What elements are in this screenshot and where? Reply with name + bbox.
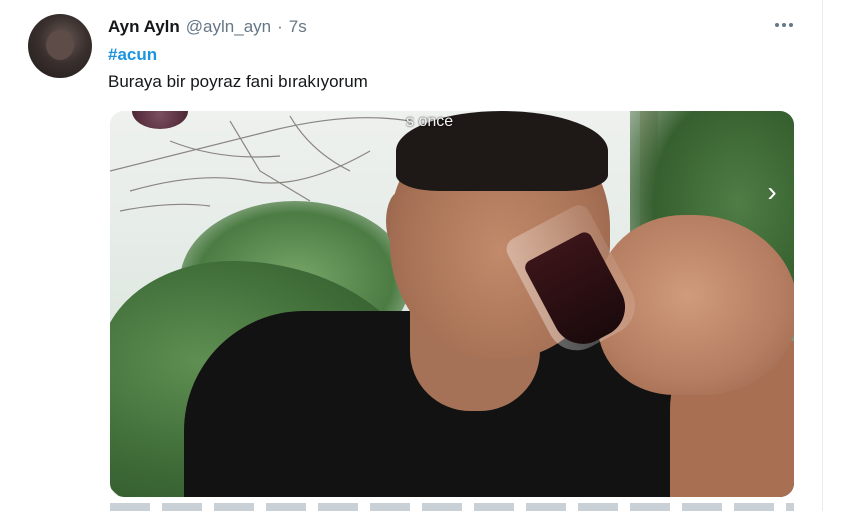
tweet-header: Ayn Ayln @ayln_ayn · 7s (108, 16, 307, 38)
video-caption-text: s once (406, 113, 454, 130)
tweet-actions-cropped (110, 503, 794, 511)
chevron-right-icon[interactable]: › (758, 175, 786, 209)
more-icon[interactable] (770, 14, 798, 36)
tweet-text: Buraya bir poyraz fani bırakıyorum (108, 72, 368, 91)
tweet-card[interactable]: Ayn Ayln @ayln_ayn · 7s #acun Buraya bir… (0, 0, 822, 511)
tweet-timestamp[interactable]: 7s (289, 17, 307, 37)
more-dot (789, 23, 793, 27)
avatar-face (46, 30, 74, 60)
column-divider (822, 0, 823, 511)
separator-dot: · (277, 17, 283, 36)
more-dot (775, 23, 779, 27)
user-handle[interactable]: @ayln_ayn (186, 17, 271, 37)
avatar[interactable] (28, 14, 92, 78)
more-dot (782, 23, 786, 27)
hashtag-link[interactable]: #acun (108, 45, 157, 65)
tweet-media-video[interactable]: s once › (110, 111, 794, 497)
display-name[interactable]: Ayn Ayln (108, 17, 180, 37)
